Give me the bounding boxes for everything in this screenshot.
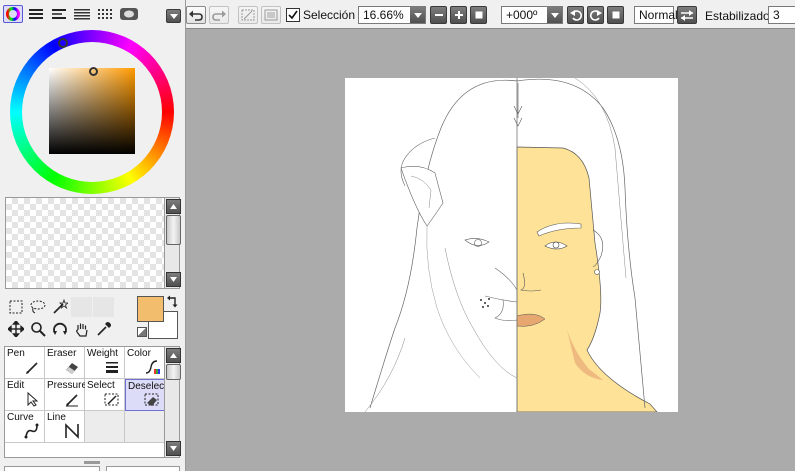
panel-splitter[interactable]: [84, 461, 100, 464]
pressure-icon: [66, 394, 78, 407]
brush-label: Pressure: [47, 380, 88, 391]
scroll-up-icon[interactable]: [166, 199, 181, 214]
rotation-value: +000º: [506, 8, 538, 22]
rotate-right-icon[interactable]: [587, 6, 604, 24]
hsv-sliders-icon[interactable]: [50, 7, 68, 21]
chevron-down-icon[interactable]: [410, 7, 425, 23]
brush-scrollbar[interactable]: [164, 346, 181, 458]
scroll-thumb[interactable]: [166, 364, 181, 380]
pen-icon: [26, 362, 38, 374]
selection-toggle[interactable]: Selección: [286, 7, 355, 23]
undo-icon[interactable]: [186, 6, 206, 24]
scroll-thumb[interactable]: [166, 215, 181, 245]
panel-bottom-edge: [4, 466, 100, 471]
brush-line[interactable]: Line: [45, 411, 85, 443]
zoom-reset-icon[interactable]: [470, 6, 487, 24]
brush-color[interactable]: Color: [125, 347, 165, 379]
rotation-select[interactable]: +000º: [501, 6, 563, 24]
brush-label: Weight: [87, 348, 118, 359]
blend-mode-value: Normal: [639, 8, 678, 22]
panel-menu-dropdown[interactable]: [166, 9, 181, 23]
brush-label: Pen: [7, 348, 25, 359]
scroll-down-icon[interactable]: [166, 441, 181, 456]
color-wheel-icon[interactable]: [3, 5, 23, 23]
transparent-color-icon[interactable]: [137, 327, 147, 337]
brush-label: Color: [127, 348, 151, 359]
eyedropper-icon[interactable]: [93, 319, 115, 339]
rect-select-icon[interactable]: [5, 297, 27, 317]
swatches-icon[interactable]: [73, 7, 91, 21]
scroll-up-icon[interactable]: [166, 348, 181, 363]
sv-marker[interactable]: [89, 67, 98, 76]
zoom-out-icon[interactable]: [430, 6, 447, 24]
saturation-value-square[interactable]: [49, 67, 135, 154]
brush-deselect[interactable]: Deselect: [125, 379, 167, 411]
primary-color-swatch[interactable]: [137, 296, 164, 322]
lasso-icon[interactable]: [27, 297, 49, 317]
swap-colors-icon[interactable]: [166, 295, 180, 309]
zoom-in-icon[interactable]: [450, 6, 467, 24]
scratchpad-scrollbar[interactable]: [164, 197, 181, 289]
brush-label: Edit: [7, 380, 25, 391]
weight-icon: [106, 362, 118, 373]
tool-slot-empty: [93, 297, 114, 317]
rotation-reset-icon[interactable]: [607, 6, 624, 24]
brush-curve[interactable]: Curve: [5, 411, 45, 443]
move-icon[interactable]: [5, 319, 27, 339]
edit-icon: [27, 391, 39, 407]
stabilizer-label: Estabilizador: [705, 9, 774, 23]
zoom-value: 16.66%: [363, 8, 404, 22]
select-icon: [104, 393, 119, 406]
brush-weight[interactable]: Weight: [85, 347, 125, 379]
zoom-select[interactable]: 16.66%: [358, 6, 426, 24]
magic-wand-icon[interactable]: [49, 297, 71, 317]
stabilizer-value: 3: [773, 8, 780, 22]
clear-icon[interactable]: [238, 6, 258, 24]
brush-label: Eraser: [47, 348, 77, 359]
top-toolbar: Selección 16.66% +000º Normal Estabiliza…: [166, 0, 795, 28]
scroll-down-icon[interactable]: [166, 272, 181, 287]
brush-slot-empty: [125, 411, 165, 443]
deselect-icon: [144, 393, 159, 406]
artwork: [364, 78, 658, 412]
rgb-sliders-icon[interactable]: [27, 7, 45, 21]
picture-icon[interactable]: [119, 7, 139, 21]
brush-pen[interactable]: Pen: [5, 347, 45, 379]
hand-icon[interactable]: [71, 319, 93, 339]
selection-checkbox[interactable]: [286, 8, 300, 22]
tool-slot-empty: [71, 297, 92, 317]
brush-slot-empty: [85, 411, 125, 443]
line-icon: [65, 423, 79, 439]
brush-select[interactable]: Select: [85, 379, 125, 411]
rotate-left-icon[interactable]: [567, 6, 584, 24]
panel-bottom-edge: [106, 466, 180, 471]
scratchpad-icon[interactable]: [96, 7, 114, 21]
brush-eraser[interactable]: Eraser: [45, 347, 85, 379]
brush-pressure[interactable]: Pressure: [45, 379, 88, 411]
stabilizer-select[interactable]: 3: [768, 6, 795, 24]
brush-label: Line: [47, 412, 66, 423]
eraser-icon: [66, 363, 78, 374]
flip-icon[interactable]: [677, 6, 697, 24]
canvas-workspace[interactable]: [186, 28, 795, 471]
left-panel: Pen Eraser Weight Color Edit Pressure Se…: [0, 0, 186, 471]
hue-marker[interactable]: [58, 38, 68, 48]
redo-icon[interactable]: [209, 6, 229, 24]
drawing-canvas[interactable]: [345, 78, 678, 412]
color-icon: [145, 360, 160, 374]
scratchpad[interactable]: [5, 197, 165, 289]
brush-grid: Pen Eraser Weight Color Edit Pressure Se…: [4, 346, 167, 458]
curve-icon: [24, 423, 39, 439]
zoom-icon[interactable]: [27, 319, 49, 339]
brush-label: Curve: [7, 412, 34, 423]
brush-label: Select: [87, 380, 115, 391]
chevron-down-icon[interactable]: [547, 7, 562, 23]
transform-icon[interactable]: [261, 6, 281, 24]
selection-label: Selección: [303, 8, 356, 22]
rotate-icon[interactable]: [49, 319, 71, 339]
brush-edit[interactable]: Edit: [5, 379, 45, 411]
blend-mode-select[interactable]: Normal: [634, 6, 678, 24]
